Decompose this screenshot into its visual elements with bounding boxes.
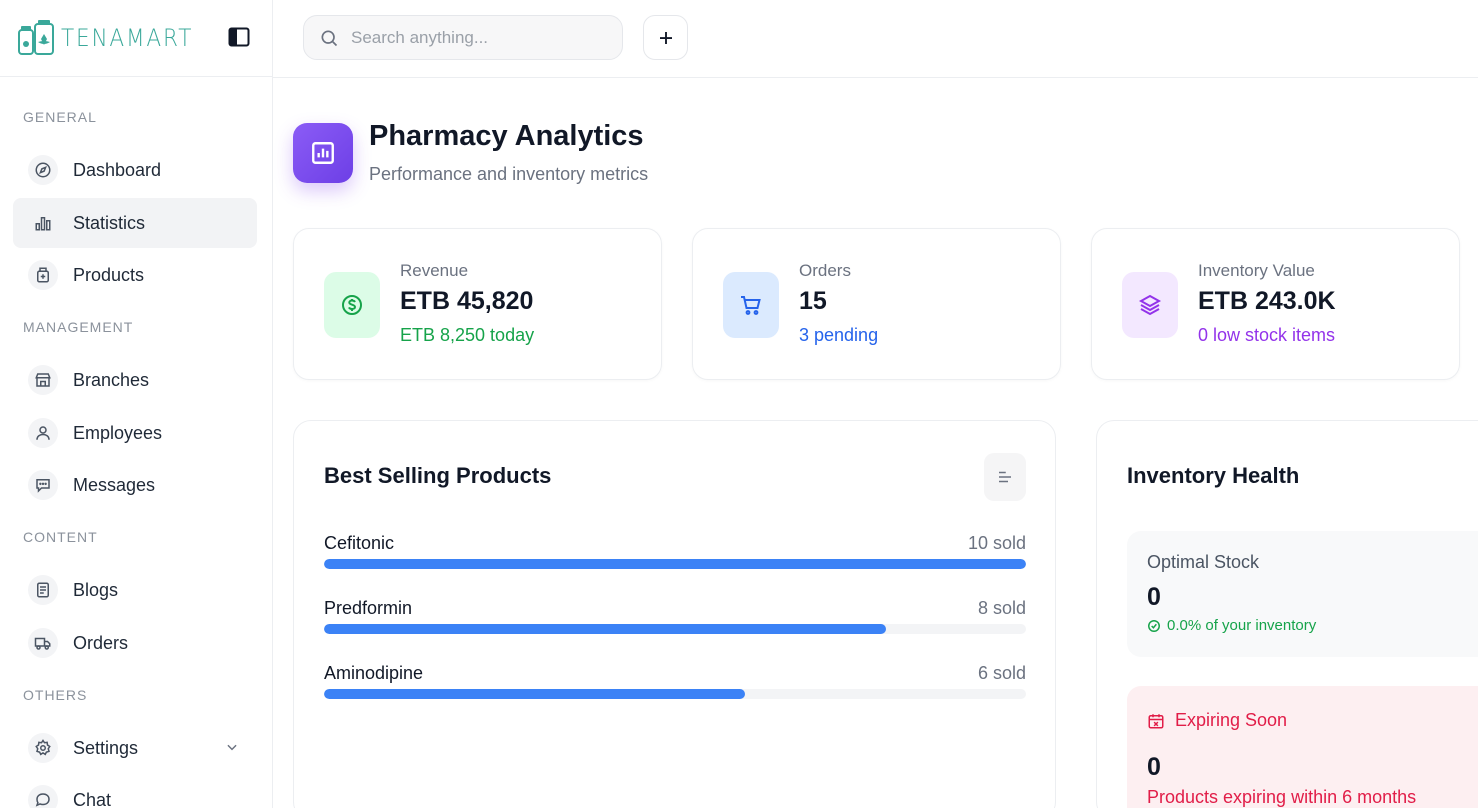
progress-fill (324, 624, 886, 634)
sidebar-item-label: Chat (73, 789, 112, 808)
product-sold: 8 sold (977, 598, 1026, 618)
sidebar-item-dashboard[interactable]: Dashboard (13, 145, 257, 195)
sidebar-item-label: Blogs (73, 579, 119, 600)
message-icon (28, 470, 58, 500)
chevron-down-icon[interactable] (225, 740, 239, 754)
sort-button[interactable] (984, 453, 1026, 501)
brand: TENAMART (0, 0, 272, 77)
document-icon (28, 575, 58, 605)
health-label: Expiring Soon (1175, 710, 1288, 730)
stat-card-orders[interactable]: Orders 15 3 pending (692, 228, 1061, 380)
health-value: 0 (1147, 753, 1161, 781)
stat-label: Revenue (400, 261, 469, 280)
section-label-content: CONTENT (23, 529, 98, 545)
section-label-management: MANAGEMENT (23, 319, 134, 335)
search-icon (321, 30, 338, 46)
stat-value: ETB 45,820 (400, 287, 534, 315)
stat-value: 15 (799, 287, 827, 315)
sidebar-item-label: Messages (73, 474, 156, 495)
sidebar-toggle-button[interactable] (228, 27, 250, 47)
gear-icon (28, 733, 58, 763)
health-note-text: Products expiring within 6 months (1147, 787, 1417, 807)
product-name: Aminodipine (324, 663, 424, 683)
health-value: 0 (1147, 583, 1161, 611)
sidebar-item-orders[interactable]: Orders (13, 618, 257, 668)
topbar (273, 0, 1478, 78)
sidebar-item-settings[interactable]: Settings (13, 723, 257, 773)
sidebar-item-messages[interactable]: Messages (13, 460, 257, 510)
inventory-health-panel: Inventory Health Optimal Stock 0 0.0% of… (1096, 420, 1478, 808)
expiring-soon-card: Expiring Soon 0 Products expiring within… (1127, 686, 1478, 808)
progress-track (324, 689, 1026, 699)
progress-track (324, 559, 1026, 569)
check-circle-icon (1148, 619, 1160, 632)
bar-chart-icon (28, 208, 58, 238)
section-label-others: OTHERS (23, 687, 88, 703)
sidebar-item-label: Orders (73, 632, 129, 653)
layers-icon (1122, 272, 1178, 338)
best-selling-panel: Best Selling Products Cefitonic 10 sold … (293, 420, 1056, 808)
expiring-header: Expiring Soon (1147, 710, 1287, 731)
stat-subtext: ETB 8,250 today (400, 325, 535, 345)
sidebar-item-blogs[interactable]: Blogs (13, 565, 257, 615)
product-row: Aminodipine 6 sold (324, 663, 1026, 713)
store-icon (28, 365, 58, 395)
search-input[interactable] (351, 27, 601, 48)
truck-icon (28, 628, 58, 658)
stat-subtext: 0 low stock items (1198, 325, 1336, 345)
stat-card-inventory-value[interactable]: Inventory Value ETB 243.0K 0 low stock i… (1091, 228, 1460, 380)
product-row: Predformin 8 sold (324, 598, 1026, 648)
optimal-stock-card: Optimal Stock 0 0.0% of your inventory (1127, 531, 1478, 657)
panel-title: Best Selling Products (324, 463, 552, 488)
page-title: Pharmacy Analytics (369, 120, 644, 152)
sort-icon (999, 471, 1011, 483)
page-subtitle: Performance and inventory metrics (369, 164, 649, 184)
health-note: 0.0% of your inventory (1147, 617, 1316, 634)
search-box[interactable] (303, 15, 623, 60)
health-note-text: 0.0% of your inventory (1167, 617, 1317, 634)
sidebar-item-branches[interactable]: Branches (13, 355, 257, 405)
sidebar-item-label: Settings (73, 737, 139, 758)
pharmacy-logo-icon (18, 20, 54, 55)
panel-title: Inventory Health (1127, 463, 1300, 488)
medicine-box-icon (28, 260, 58, 290)
progress-fill (324, 689, 746, 699)
stat-card-revenue[interactable]: Revenue ETB 45,820 ETB 8,250 today (293, 228, 662, 380)
calendar-x-icon (1148, 713, 1164, 728)
user-icon (28, 418, 58, 448)
sidebar-item-label: Branches (73, 369, 150, 390)
sidebar-item-chat[interactable]: Chat (13, 775, 257, 808)
product-row: Cefitonic 10 sold (324, 533, 1026, 583)
sidebar-item-label: Products (73, 264, 145, 285)
dollar-icon (324, 272, 380, 338)
product-sold: 10 sold (967, 533, 1026, 553)
brand-name: TENAMART (61, 24, 194, 52)
stat-subtext: 3 pending (799, 325, 879, 345)
add-button[interactable] (643, 15, 688, 60)
stat-label: Orders (799, 261, 851, 280)
sidebar-item-products[interactable]: Products (13, 250, 257, 300)
progress-fill (324, 559, 1026, 569)
stat-label: Inventory Value (1198, 261, 1315, 280)
health-label: Optimal Stock (1147, 552, 1260, 572)
brand-logo[interactable]: TENAMART (17, 20, 208, 56)
progress-track (324, 624, 1026, 634)
sidebar-item-label: Employees (73, 422, 163, 443)
sidebar-item-label: Statistics (73, 212, 146, 233)
cart-icon (723, 272, 779, 338)
product-name: Predformin (324, 598, 413, 618)
compass-icon (28, 155, 58, 185)
product-sold: 6 sold (977, 663, 1026, 683)
analytics-icon (293, 123, 353, 183)
sidebar-toggle-icon (228, 27, 250, 47)
plus-icon (659, 31, 672, 44)
stat-value: ETB 243.0K (1198, 287, 1336, 315)
section-label-general: GENERAL (23, 109, 97, 125)
chat-icon (28, 785, 58, 808)
product-name: Cefitonic (324, 533, 395, 553)
sidebar: TENAMART GENERAL Dashboard Statistics Pr… (0, 0, 273, 808)
sidebar-item-employees[interactable]: Employees (13, 408, 257, 458)
sidebar-item-label: Dashboard (73, 159, 162, 180)
sidebar-item-statistics[interactable]: Statistics (13, 198, 257, 248)
